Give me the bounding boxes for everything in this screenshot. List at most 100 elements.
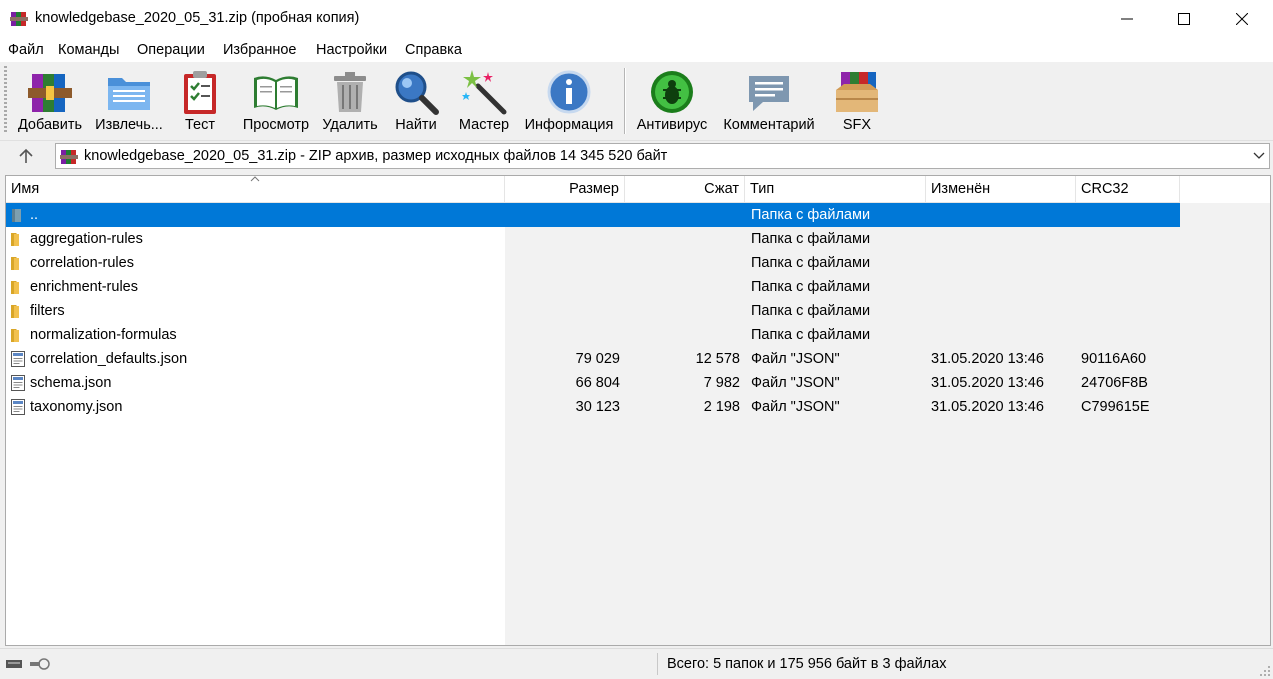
file-packed: [625, 203, 740, 227]
file-type: Папка с файлами: [751, 327, 871, 343]
file-row[interactable]: taxonomy.json 30 123 2 198 Файл "JSON" 31.05…: [6, 395, 1180, 419]
file-row[interactable]: schema.json 66 804 7 982 Файл "JSON" 31.05.2…: [6, 371, 1180, 395]
window-title: knowledgebase_2020_05_31.zip (пробная ко…: [35, 10, 360, 26]
delete-label: Удалить: [322, 117, 378, 133]
title-bar: knowledgebase_2020_05_31.zip (пробная ко…: [0, 0, 1273, 38]
menu-file[interactable]: Файл: [8, 42, 44, 58]
parent-folder-row[interactable]: .. Папка с файлами: [6, 203, 1180, 227]
folder-row[interactable]: correlation-rules Папка с файлами: [6, 251, 1180, 275]
wizard-button[interactable]: Мастер: [454, 62, 514, 138]
menu-help[interactable]: Справка: [405, 42, 462, 58]
trash-icon: [334, 72, 366, 112]
file-packed: [625, 275, 740, 299]
folder-icon: [11, 257, 19, 270]
folder-icon: [11, 305, 19, 318]
close-button[interactable]: [1213, 0, 1271, 38]
sfx-button[interactable]: SFX: [827, 62, 887, 138]
file-crc: [1081, 227, 1180, 251]
menu-favorites[interactable]: Избранное: [223, 42, 296, 58]
file-name: aggregation-rules: [30, 231, 143, 247]
file-size: [505, 299, 620, 323]
info-button[interactable]: Информация: [520, 62, 618, 138]
file-size: 66 804: [575, 375, 620, 391]
file-modified: [931, 275, 1076, 299]
antivirus-button[interactable]: Антивирус: [632, 62, 712, 138]
file-name: normalization-formulas: [30, 327, 177, 343]
address-text: knowledgebase_2020_05_31.zip - ZIP архив…: [84, 148, 668, 164]
file-list: Имя Размер Сжат Тип Изменён CRC32 .. Папк…: [5, 175, 1271, 646]
folder-row[interactable]: filters Папка с файлами: [6, 299, 1180, 323]
menu-settings[interactable]: Настройки: [316, 42, 387, 58]
test-label: Тест: [185, 117, 215, 133]
delete-button[interactable]: Удалить: [318, 62, 382, 138]
comment-button[interactable]: Комментарий: [717, 62, 821, 138]
file-crc: 90116A60: [1081, 351, 1147, 367]
column-packed-header[interactable]: Сжат: [625, 176, 745, 202]
comment-bubble-icon: [749, 76, 789, 111]
file-packed: 7 982: [703, 375, 740, 391]
file-type: Папка с файлами: [751, 279, 871, 295]
test-button[interactable]: Тест: [170, 62, 230, 138]
file-size: [505, 227, 620, 251]
address-bar[interactable]: knowledgebase_2020_05_31.zip - ZIP архив…: [55, 143, 1270, 169]
file-packed: 2 198: [703, 399, 740, 415]
file-size: 30 123: [575, 399, 620, 415]
file-type: Файл "JSON": [751, 375, 840, 391]
up-folder-button[interactable]: [10, 144, 42, 168]
file-type: Папка с файлами: [751, 231, 871, 247]
file-type: Папка с файлами: [751, 255, 871, 271]
sfx-label: SFX: [842, 117, 872, 133]
find-button[interactable]: Найти: [388, 62, 444, 138]
file-type: Папка с файлами: [751, 303, 871, 319]
add-button[interactable]: Добавить: [12, 62, 88, 138]
file-size: [505, 275, 620, 299]
folder-row[interactable]: normalization-formulas Папка с файлами: [6, 323, 1180, 347]
minimize-button[interactable]: [1098, 0, 1156, 38]
menu-operations[interactable]: Операции: [137, 42, 205, 58]
file-size: [505, 251, 620, 275]
file-modified: [931, 299, 1076, 323]
resize-grip-icon[interactable]: [1259, 665, 1271, 677]
list-header: Имя Размер Сжат Тип Изменён CRC32: [6, 176, 1180, 203]
view-button[interactable]: Просмотр: [238, 62, 314, 138]
zip-archive-icon: [60, 150, 78, 164]
json-file-icon: [11, 399, 25, 415]
column-crc-header[interactable]: CRC32: [1076, 176, 1180, 202]
parent-folder-icon: [12, 209, 21, 222]
folder-icon: [11, 281, 19, 294]
file-name: filters: [30, 303, 65, 319]
column-modified-header[interactable]: Изменён: [926, 176, 1076, 202]
toolbar: Добавить Извлечь... Тест Просмотр Удалит…: [0, 62, 1273, 141]
menu-bar: Файл Команды Операции Избранное Настройк…: [0, 38, 1273, 62]
file-name: taxonomy.json: [30, 399, 123, 415]
toolbar-grip[interactable]: [4, 66, 7, 132]
file-name: correlation_defaults.json: [30, 351, 188, 367]
menu-commands[interactable]: Команды: [58, 42, 119, 58]
file-name: correlation-rules: [30, 255, 134, 271]
file-size: [505, 323, 620, 347]
chevron-down-icon[interactable]: [1253, 150, 1265, 162]
column-size-header[interactable]: Размер: [505, 176, 625, 202]
file-packed: [625, 227, 740, 251]
folder-row[interactable]: enrichment-rules Папка с файлами: [6, 275, 1180, 299]
file-packed: [625, 323, 740, 347]
file-crc: 24706F8B: [1081, 375, 1148, 391]
maximize-button[interactable]: [1155, 0, 1213, 38]
extract-button[interactable]: Извлечь...: [91, 62, 167, 138]
folder-row[interactable]: aggregation-rules Папка с файлами: [6, 227, 1180, 251]
file-modified: [931, 323, 1076, 347]
folder-icon: [11, 233, 19, 246]
find-label: Найти: [395, 117, 437, 133]
file-crc: [1081, 275, 1180, 299]
file-size: 79 029: [575, 351, 620, 367]
test-clipboard-icon: [184, 71, 216, 114]
sort-ascending-icon: [250, 176, 260, 182]
file-row[interactable]: correlation_defaults.json 79 029 12 578 Фай…: [6, 347, 1180, 371]
folder-icon: [11, 329, 19, 342]
column-type-header[interactable]: Тип: [745, 176, 926, 202]
close-icon: [1236, 13, 1248, 25]
toolbar-separator: [624, 68, 626, 134]
json-file-icon: [11, 375, 25, 391]
view-label: Просмотр: [242, 117, 310, 133]
file-packed: 12 578: [695, 351, 740, 367]
